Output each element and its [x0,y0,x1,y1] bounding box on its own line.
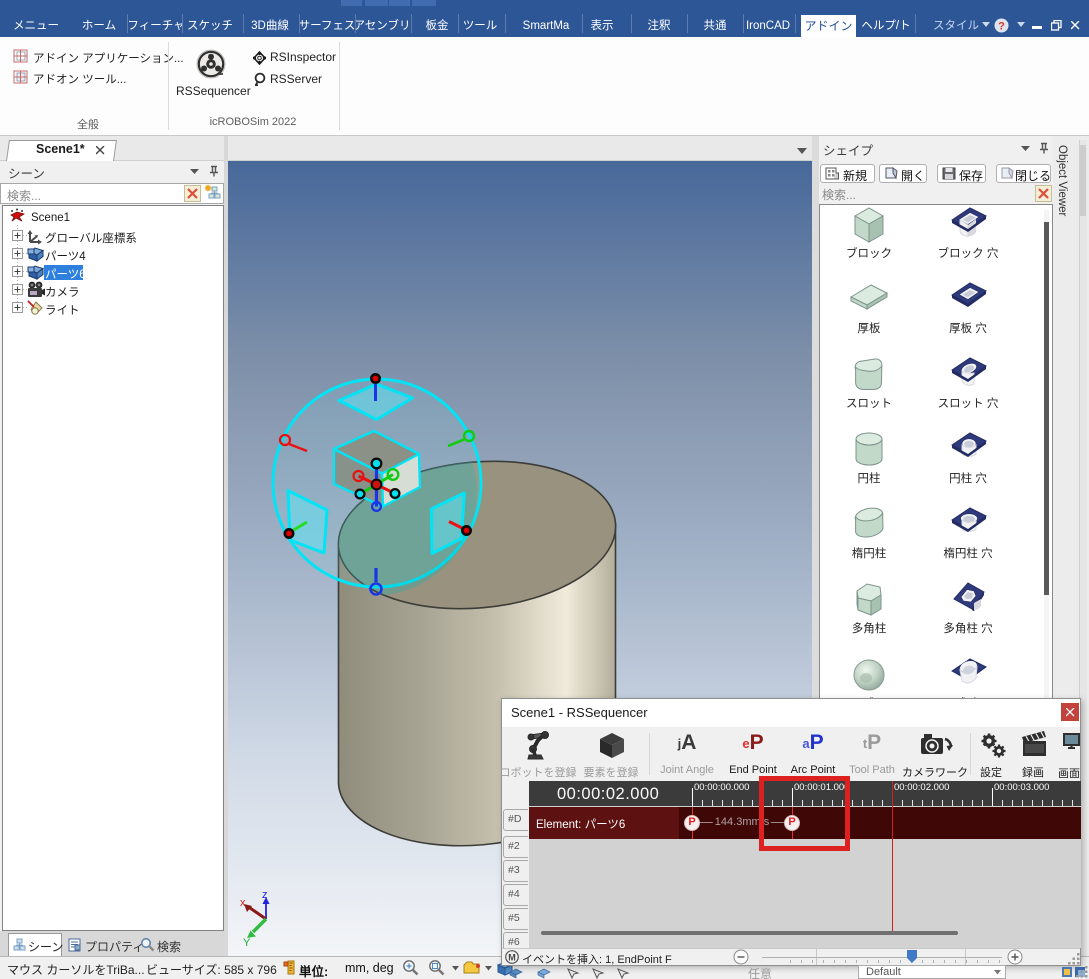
svg-text:x: x [240,897,246,909]
svg-text:M: M [508,953,516,963]
svg-text:?: ? [998,21,1005,33]
svg-text:Y: Y [243,937,251,949]
svg-text:z: z [262,889,268,901]
